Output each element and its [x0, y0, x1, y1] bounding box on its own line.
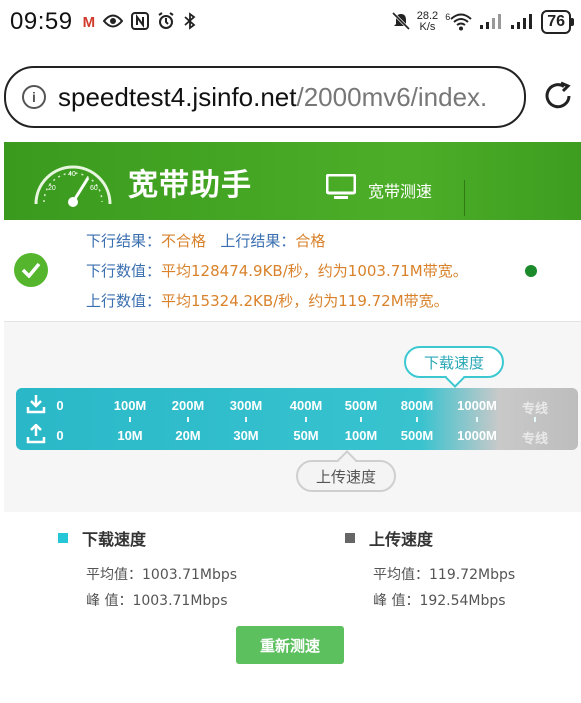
download-icon — [26, 395, 46, 414]
eye-icon — [102, 14, 124, 31]
download-result-value: 不合格 — [161, 232, 207, 250]
download-tick-label: 400M — [289, 398, 323, 413]
download-value-label: 下行数值： — [86, 262, 162, 280]
stats-panel: 下载速度 平均值：1003.71Mbps 峰 值：1003.71Mbps 上传速… — [4, 512, 581, 703]
upload-legend-swatch — [345, 533, 355, 543]
upload-tick-label: 100M — [344, 428, 378, 443]
header-divider — [464, 180, 465, 216]
check-icon — [14, 253, 48, 287]
download-tick-label: 300M — [229, 398, 263, 413]
status-time: 09:59 — [10, 8, 73, 35]
upload-scale-row: 0 10M 20M 30M 50M 100M 500M 1000M 专线 — [16, 420, 578, 450]
upload-result-label: 上行结果： — [220, 232, 296, 250]
upload-legend: 上传速度 — [345, 526, 433, 550]
download-tick-label: 800M — [400, 398, 434, 413]
download-scale-row: 0 100M 200M 300M 400M 500M 800M 1000M 专线 — [16, 390, 578, 422]
upload-icon — [26, 424, 46, 444]
network-speed: 28.2 K/s — [417, 11, 438, 33]
network-speed-unit: K/s — [419, 21, 436, 33]
speedometer-icon: 20 40 60 — [34, 165, 112, 207]
download-tick-label: 专线 — [521, 401, 549, 416]
download-result-label: 下行结果： — [86, 232, 162, 250]
url-domain: speedtest4.jsinfo.net — [58, 81, 297, 112]
download-legend-title: 下载速度 — [82, 530, 147, 549]
retest-button[interactable]: 重新测速 — [236, 626, 344, 664]
upload-tick-label: 30M — [233, 428, 259, 443]
upload-value-text: 平均15324.2KB/秒，约为119.72M带宽。 — [161, 292, 449, 310]
result-panel: 下行结果：不合格 上行结果：合格 下行数值：平均128474.9KB/秒，约为1… — [4, 220, 581, 322]
download-tick-label: 200M — [171, 398, 205, 413]
download-value-line: 下行数值：平均128474.9KB/秒，约为1003.71M带宽。 — [86, 260, 468, 281]
gmail-icon: M — [82, 13, 96, 31]
upload-value-label: 上行数值： — [86, 292, 162, 310]
upload-tick-label: 10M — [117, 428, 143, 443]
tab-broadband-speedtest[interactable]: 宽带测速 — [368, 178, 432, 202]
battery-indicator: 76 — [541, 10, 574, 34]
download-tick-label: 1000M — [457, 398, 497, 413]
info-icon[interactable]: i — [22, 85, 46, 109]
download-legend-swatch — [58, 533, 68, 543]
upload-legend-title: 上传速度 — [369, 530, 434, 549]
wifi-icon: 6 — [445, 13, 472, 31]
url-path: /2000mv6/index. — [296, 81, 488, 112]
monitor-icon — [326, 174, 356, 199]
svg-text:40: 40 — [68, 171, 76, 178]
speed-scale-bar: 0 100M 200M 300M 400M 500M 800M 1000M 专线 0 10M 20M… — [16, 388, 578, 450]
upload-tick-label: 0 — [56, 428, 64, 443]
status-dot — [525, 265, 537, 277]
download-speed-bubble: 下载速度 — [404, 346, 504, 378]
alarm-icon — [157, 11, 175, 33]
svg-text:20: 20 — [48, 185, 56, 192]
download-tick-label: 0 — [56, 398, 64, 413]
reload-icon[interactable] — [542, 80, 574, 112]
svg-text:60: 60 — [90, 185, 98, 192]
upload-tick-label: 50M — [293, 428, 319, 443]
upload-speed-bubble: 上传速度 — [296, 460, 396, 492]
result-summary-line: 下行结果：不合格 上行结果：合格 — [86, 230, 325, 251]
download-value-text: 平均128474.9KB/秒，约为1003.71M带宽。 — [161, 262, 468, 280]
download-tick-label: 500M — [344, 398, 378, 413]
status-left-icons: M — [82, 11, 198, 33]
nfc-icon — [131, 11, 150, 33]
status-right-icons: 28.2 K/s 6 76 — [391, 10, 574, 34]
mute-icon — [391, 11, 410, 33]
download-peak: 峰 值：1003.71Mbps — [86, 593, 228, 609]
upload-tick-label: 专线 — [521, 431, 549, 446]
upload-value-line: 上行数值：平均15324.2KB/秒，约为119.72M带宽。 — [86, 290, 449, 311]
status-bar: 09:59 M 28.2 K/s 6 76 — [0, 0, 581, 44]
site-title: 宽带助手 — [128, 168, 252, 203]
download-tick-label: 100M — [113, 398, 147, 413]
upload-avg: 平均值：119.72Mbps — [373, 567, 516, 583]
address-bar[interactable]: i speedtest4.jsinfo.net/2000mv6/index. — [4, 66, 526, 128]
speed-scale-area: 下载速度 0 100M 200M 300M 400M 500M 800M 1000M 专线 0 1… — [4, 322, 581, 512]
upload-tick-label: 20M — [175, 428, 201, 443]
signal-icon-1 — [479, 12, 503, 33]
download-avg: 平均值：1003.71Mbps — [86, 567, 238, 583]
upload-tick-label: 1000M — [457, 428, 497, 443]
site-header: 20 40 60 宽带助手 宽带测速 — [4, 142, 581, 220]
bluetooth-icon — [183, 11, 197, 33]
signal-icon-2 — [510, 12, 534, 33]
upload-peak: 峰 值：192.54Mbps — [373, 593, 506, 609]
upload-result-value: 合格 — [295, 232, 326, 250]
upload-tick-label: 500M — [400, 428, 434, 443]
download-legend: 下载速度 — [58, 526, 146, 550]
